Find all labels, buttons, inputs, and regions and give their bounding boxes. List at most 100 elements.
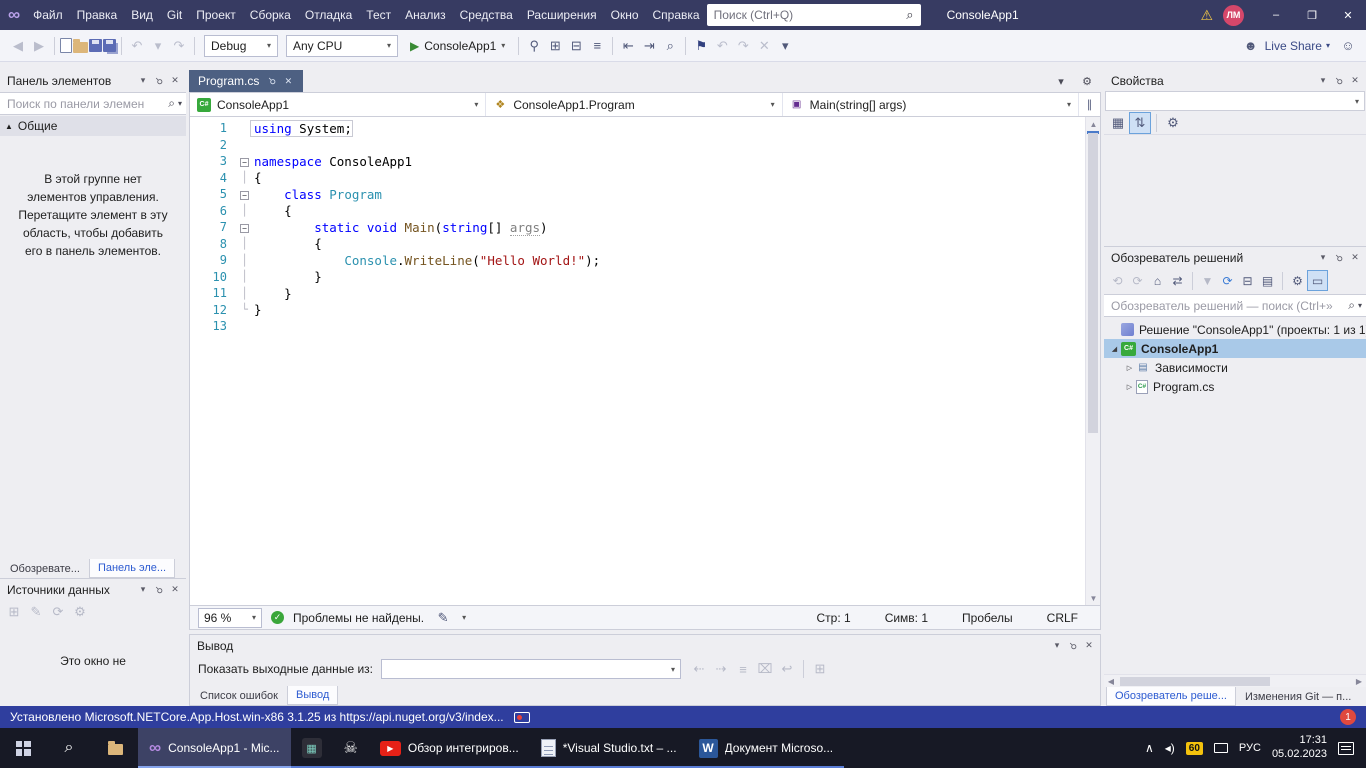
minimize-button[interactable]: – [1258, 0, 1294, 30]
solution-tree-item[interactable]: Решение "ConsoleApp1" (проекты: 1 из 1) [1104, 320, 1366, 339]
redo-icon[interactable]: ↷ [169, 36, 189, 56]
class-dropdown[interactable]: ❖ ConsoleApp1.Program ▾ [486, 93, 782, 116]
open-folder-icon[interactable] [73, 42, 88, 53]
new-project-icon[interactable] [60, 38, 72, 53]
start-debugging-button[interactable]: ▶ ConsoleApp1 ▾ [403, 34, 512, 58]
properties-wrench-icon[interactable]: ⚙ [1288, 271, 1307, 290]
toolbox-search-input[interactable]: Поиск по панели элемен ⌕ ▾ [0, 92, 186, 115]
code-line-3[interactable]: 3−namespace ConsoleApp1 [190, 153, 1085, 170]
configure-data-icon[interactable]: ⚙ [70, 602, 90, 622]
status-line-ending[interactable]: CRLF [1047, 611, 1078, 625]
battery-indicator[interactable]: 60 [1186, 742, 1203, 755]
code-line-6[interactable]: 6│ { [190, 203, 1085, 220]
menu-item-2[interactable]: Вид [124, 5, 160, 25]
add-data-source-icon[interactable]: ⊞ [4, 602, 24, 622]
menu-item-7[interactable]: Тест [359, 5, 398, 25]
maximize-button[interactable]: ❐ [1294, 0, 1330, 30]
fold-collapse-icon[interactable]: − [238, 155, 251, 168]
collapse-all-icon[interactable]: ⊟ [1238, 271, 1257, 290]
member-dropdown[interactable]: ▣ Main(string[] args) ▾ [783, 93, 1078, 116]
collapsed-arrow-icon[interactable]: ▷ [1123, 383, 1136, 391]
tray-expand-icon[interactable]: ∧ [1145, 741, 1154, 755]
edit-data-source-icon[interactable]: ✎ [26, 602, 46, 622]
switch-views-icon[interactable]: ⇄ [1168, 271, 1187, 290]
scroll-left-icon[interactable]: ◀ [1104, 677, 1118, 686]
preview-selected-icon[interactable]: ▭ [1308, 271, 1327, 290]
gear-icon[interactable]: ⚙ [1077, 71, 1097, 91]
code-line-11[interactable]: 11│ } [190, 285, 1085, 302]
file-explorer-button[interactable] [92, 728, 138, 768]
tool-tab[interactable]: Вывод [287, 686, 338, 705]
menu-item-0[interactable]: Файл [26, 5, 70, 25]
menu-item-8[interactable]: Анализ [398, 5, 453, 25]
code-line-1[interactable]: 1using System; [190, 120, 1085, 137]
action-center-icon[interactable] [1338, 742, 1354, 755]
menu-item-4[interactable]: Проект [189, 5, 243, 25]
undo-icon[interactable]: ↶ [127, 36, 147, 56]
code-cleanup-icon[interactable]: ✎ [433, 608, 453, 628]
categorized-icon[interactable]: ▦ [1108, 113, 1128, 133]
taskbar-app-word[interactable]: WДокумент Microso... [688, 728, 845, 768]
expand-outline-icon[interactable]: ⊞ [545, 36, 565, 56]
tab-program-cs[interactable]: Program.cs ⚲✕ [189, 70, 303, 92]
toolbar-options-chevron-icon[interactable]: ▾ [775, 36, 795, 56]
code-line-2[interactable]: 2 [190, 137, 1085, 154]
output-source-dropdown[interactable]: ▾ [381, 659, 681, 679]
nav-forward-icon[interactable]: ▶ [29, 36, 49, 56]
platform-dropdown[interactable]: Any CPU▾ [286, 35, 398, 57]
word-wrap-icon[interactable]: ↩ [777, 659, 797, 679]
scrollbar-thumb[interactable] [1088, 133, 1098, 433]
scroll-down-icon[interactable]: ▼ [1086, 591, 1101, 605]
taskbar-app-notepad[interactable]: *Visual Studio.txt – ... [530, 728, 688, 768]
menu-item-12[interactable]: Справка [646, 5, 707, 25]
split-editor-icon[interactable]: ∥ [1078, 93, 1100, 116]
collapsed-arrow-icon[interactable]: ▷ [1123, 364, 1136, 372]
se-forward-icon[interactable]: ⟳ [1128, 271, 1147, 290]
menu-item-10[interactable]: Расширения [520, 5, 604, 25]
quick-search-box[interactable]: Поиск (Ctrl+Q) ⌕ [707, 4, 921, 26]
code-line-7[interactable]: 7− static void Main(string[] args) [190, 219, 1085, 236]
se-back-icon[interactable]: ⟲ [1108, 271, 1127, 290]
tool-tab[interactable]: Список ошибок [192, 686, 286, 705]
taskbar-app-vs[interactable]: ∞ConsoleApp1 - Mic... [138, 728, 291, 768]
code-line-10[interactable]: 10│ } [190, 269, 1085, 286]
language-indicator[interactable]: РУС [1239, 742, 1261, 754]
menu-item-11[interactable]: Окно [604, 5, 646, 25]
find-icon[interactable]: ⌕ [660, 36, 680, 56]
document-dropdown-chevron-icon[interactable]: ▾ [1051, 71, 1071, 91]
code-line-9[interactable]: 9│ Console.WriteLine("Hello World!"); [190, 252, 1085, 269]
user-avatar[interactable]: ЛМ [1223, 5, 1244, 26]
nav-back-icon[interactable]: ◀ [8, 36, 28, 56]
attach-debugger-icon[interactable]: ⚲ [524, 36, 544, 56]
expanded-arrow-icon[interactable]: ◢ [1108, 345, 1121, 353]
solution-search-input[interactable]: Обозреватель решений — поиск (Ctrl+» ⌕ ▾ [1104, 294, 1366, 317]
notifications-badge[interactable]: 1 [1340, 709, 1356, 725]
bookmark-icon[interactable]: ⚑ [691, 36, 711, 56]
save-all-icon[interactable] [103, 39, 116, 52]
save-icon[interactable] [89, 39, 102, 52]
scroll-up-icon[interactable]: ▲ [1086, 117, 1101, 131]
property-pages-icon[interactable]: ⚙ [1163, 113, 1183, 133]
pin-icon[interactable]: ⚲ [264, 73, 281, 90]
prev-bookmark-icon[interactable]: ↶ [712, 36, 732, 56]
toggle-output-icon[interactable]: ⊞ [810, 659, 830, 679]
menu-item-3[interactable]: Git [160, 5, 189, 25]
configuration-dropdown[interactable]: Debug▾ [204, 35, 278, 57]
menu-item-5[interactable]: Сборка [243, 5, 298, 25]
visual-studio-logo-icon[interactable]: ∞ [8, 5, 20, 25]
goto-message-icon[interactable]: ≡ [733, 659, 753, 679]
undo-chevron-icon[interactable]: ▾ [148, 36, 168, 56]
next-bookmark-icon[interactable]: ↷ [733, 36, 753, 56]
next-message-icon[interactable]: ⇢ [711, 659, 731, 679]
solution-tree-item[interactable]: ▷▤Зависимости [1104, 358, 1366, 377]
horizontal-scrollbar[interactable]: ◀ ▶ [1104, 674, 1366, 687]
alphabetical-icon[interactable]: ⇅ [1130, 113, 1150, 133]
clear-bookmarks-icon[interactable]: ✕ [754, 36, 774, 56]
taskbar-search-button[interactable]: ⌕ [46, 728, 92, 768]
menu-item-6[interactable]: Отладка [298, 5, 359, 25]
start-button[interactable] [0, 728, 46, 768]
refresh-icon[interactable]: ⟳ [1218, 271, 1237, 290]
menu-item-1[interactable]: Правка [70, 5, 125, 25]
fold-collapse-icon[interactable]: − [238, 221, 251, 234]
pending-changes-icon[interactable]: ▼ [1198, 271, 1217, 290]
